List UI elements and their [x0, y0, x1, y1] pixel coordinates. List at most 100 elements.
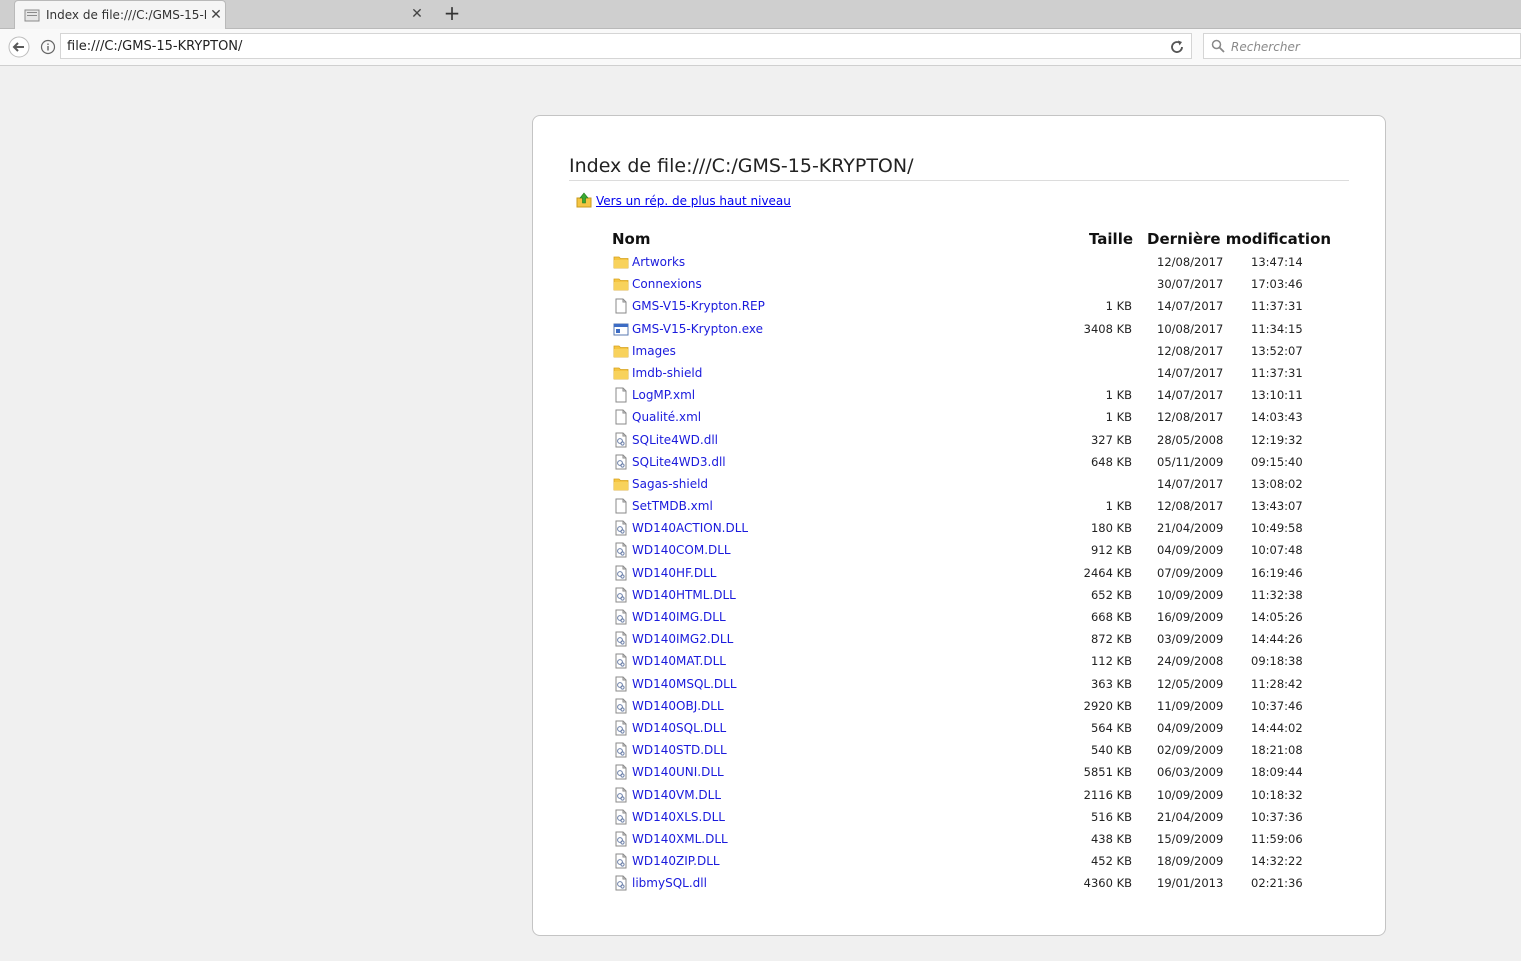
- dll-icon[interactable]: [613, 742, 629, 758]
- file-time: 13:52:07: [1251, 343, 1303, 358]
- parent-directory-link[interactable]: Vers un rép. de plus haut niveau: [596, 193, 791, 209]
- folder-icon[interactable]: [613, 276, 629, 292]
- file-link[interactable]: libmySQL.dll: [632, 876, 707, 891]
- file-time: 14:03:43: [1251, 410, 1303, 425]
- tab-active[interactable]: Index de file:///C:/GMS-15-K ✕: [14, 0, 226, 29]
- file-link[interactable]: WD140VM.DLL: [632, 788, 721, 803]
- file-link[interactable]: GMS-V15-Krypton.REP: [632, 299, 765, 314]
- file-link[interactable]: Imdb-shield: [632, 366, 702, 381]
- file-icon[interactable]: [613, 498, 629, 514]
- table-row: WD140OBJ.DLL 2920 KB 11/09/2009 10:37:46: [533, 695, 1387, 717]
- file-link[interactable]: Sagas-shield: [632, 477, 708, 492]
- file-date: 12/08/2017: [1157, 499, 1224, 514]
- address-text[interactable]: file:///C:/GMS-15-KRYPTON/: [67, 38, 242, 55]
- file-icon[interactable]: [613, 409, 629, 425]
- file-time: 09:18:38: [1251, 654, 1303, 669]
- table-row: Artworks 12/08/2017 13:47:14: [533, 251, 1387, 273]
- dll-icon[interactable]: [613, 875, 629, 891]
- file-date: 19/01/2013: [1157, 876, 1224, 891]
- file-size: 652 KB: [1090, 587, 1132, 602]
- file-link[interactable]: SQLite4WD3.dll: [632, 455, 726, 470]
- dll-icon[interactable]: [613, 631, 629, 647]
- file-link[interactable]: WD140UNI.DLL: [632, 765, 724, 780]
- dll-icon[interactable]: [613, 676, 629, 692]
- file-link[interactable]: WD140MAT.DLL: [632, 654, 726, 669]
- dll-icon[interactable]: [613, 565, 629, 581]
- file-link[interactable]: WD140SQL.DLL: [632, 721, 726, 736]
- file-link[interactable]: Artworks: [632, 255, 685, 270]
- file-link[interactable]: WD140XML.DLL: [632, 832, 728, 847]
- file-link[interactable]: GMS-V15-Krypton.exe: [632, 322, 763, 337]
- file-link[interactable]: SQLite4WD.dll: [632, 433, 718, 448]
- file-link[interactable]: WD140HTML.DLL: [632, 588, 736, 603]
- dll-icon[interactable]: [613, 587, 629, 603]
- column-header-name[interactable]: Nom: [612, 230, 651, 248]
- file-date: 02/09/2009: [1157, 743, 1224, 758]
- dll-icon[interactable]: [613, 454, 629, 470]
- file-icon[interactable]: [613, 387, 629, 403]
- table-row: WD140STD.DLL 540 KB 02/09/2009 18:21:08: [533, 739, 1387, 761]
- table-row: Sagas-shield 14/07/2017 13:08:02: [533, 473, 1387, 495]
- file-link[interactable]: LogMP.xml: [632, 388, 695, 403]
- reload-icon[interactable]: [1168, 38, 1186, 56]
- file-link[interactable]: WD140IMG2.DLL: [632, 632, 733, 647]
- file-link[interactable]: WD140COM.DLL: [632, 543, 731, 558]
- dll-icon[interactable]: [613, 542, 629, 558]
- file-icon[interactable]: [613, 298, 629, 314]
- file-link[interactable]: WD140STD.DLL: [632, 743, 727, 758]
- file-link[interactable]: WD140IMG.DLL: [632, 610, 726, 625]
- file-link[interactable]: WD140ZIP.DLL: [632, 854, 720, 869]
- folder-icon[interactable]: [613, 476, 629, 492]
- file-link[interactable]: Images: [632, 344, 676, 359]
- dll-icon[interactable]: [613, 853, 629, 869]
- file-link[interactable]: SetTMDB.xml: [632, 499, 713, 514]
- table-row: WD140MSQL.DLL 363 KB 12/05/2009 11:28:42: [533, 673, 1387, 695]
- dll-icon[interactable]: [613, 520, 629, 536]
- dll-icon[interactable]: [613, 653, 629, 669]
- dll-icon[interactable]: [613, 698, 629, 714]
- column-header-size[interactable]: Taille: [1089, 230, 1133, 248]
- table-row: SQLite4WD3.dll 648 KB 05/11/2009 09:15:40: [533, 451, 1387, 473]
- file-time: 11:37:31: [1251, 299, 1303, 314]
- folder-icon[interactable]: [613, 254, 629, 270]
- file-time: 17:03:46: [1251, 277, 1303, 292]
- file-time: 09:15:40: [1251, 454, 1303, 469]
- file-link[interactable]: WD140ACTION.DLL: [632, 521, 748, 536]
- file-link[interactable]: Connexions: [632, 277, 702, 292]
- file-link[interactable]: WD140OBJ.DLL: [632, 699, 724, 714]
- search-input[interactable]: [1229, 36, 1513, 58]
- new-tab-button[interactable]: +: [442, 3, 462, 23]
- table-row: LogMP.xml 1 KB 14/07/2017 13:10:11: [533, 384, 1387, 406]
- file-date: 11/09/2009: [1157, 698, 1224, 713]
- file-link[interactable]: WD140HF.DLL: [632, 566, 716, 581]
- file-link[interactable]: WD140XLS.DLL: [632, 810, 725, 825]
- dll-icon[interactable]: [613, 432, 629, 448]
- file-date: 06/03/2009: [1157, 765, 1224, 780]
- folder-icon[interactable]: [613, 365, 629, 381]
- dll-icon[interactable]: [613, 787, 629, 803]
- exe-icon[interactable]: [613, 321, 629, 337]
- dll-icon[interactable]: [613, 720, 629, 736]
- back-arrow-icon[interactable]: [8, 36, 30, 58]
- search-box[interactable]: [1203, 33, 1521, 59]
- table-row: WD140UNI.DLL 5851 KB 06/03/2009 18:09:44: [533, 761, 1387, 783]
- file-link[interactable]: WD140MSQL.DLL: [632, 677, 737, 692]
- file-time: 10:37:36: [1251, 809, 1303, 824]
- dll-icon[interactable]: [613, 609, 629, 625]
- address-bar[interactable]: file:///C:/GMS-15-KRYPTON/: [60, 33, 1192, 59]
- dll-icon[interactable]: [613, 831, 629, 847]
- file-time: 11:34:15: [1251, 321, 1303, 336]
- folder-up-icon[interactable]: [576, 192, 592, 208]
- tab-close-icon[interactable]: ✕: [208, 7, 224, 23]
- folder-icon[interactable]: [613, 343, 629, 359]
- column-header-modified[interactable]: Dernière modification: [1147, 230, 1331, 248]
- file-link[interactable]: Qualité.xml: [632, 410, 701, 425]
- info-icon[interactable]: [40, 39, 56, 55]
- page-title: Index de file:///C:/GMS-15-KRYPTON/: [569, 154, 1349, 181]
- tab-close-icon[interactable]: ✕: [409, 6, 425, 22]
- file-date: 24/09/2008: [1157, 654, 1224, 669]
- dll-icon[interactable]: [613, 764, 629, 780]
- navigation-bar: file:///C:/GMS-15-KRYPTON/: [0, 29, 1521, 66]
- dll-icon[interactable]: [613, 809, 629, 825]
- file-time: 14:05:26: [1251, 610, 1303, 624]
